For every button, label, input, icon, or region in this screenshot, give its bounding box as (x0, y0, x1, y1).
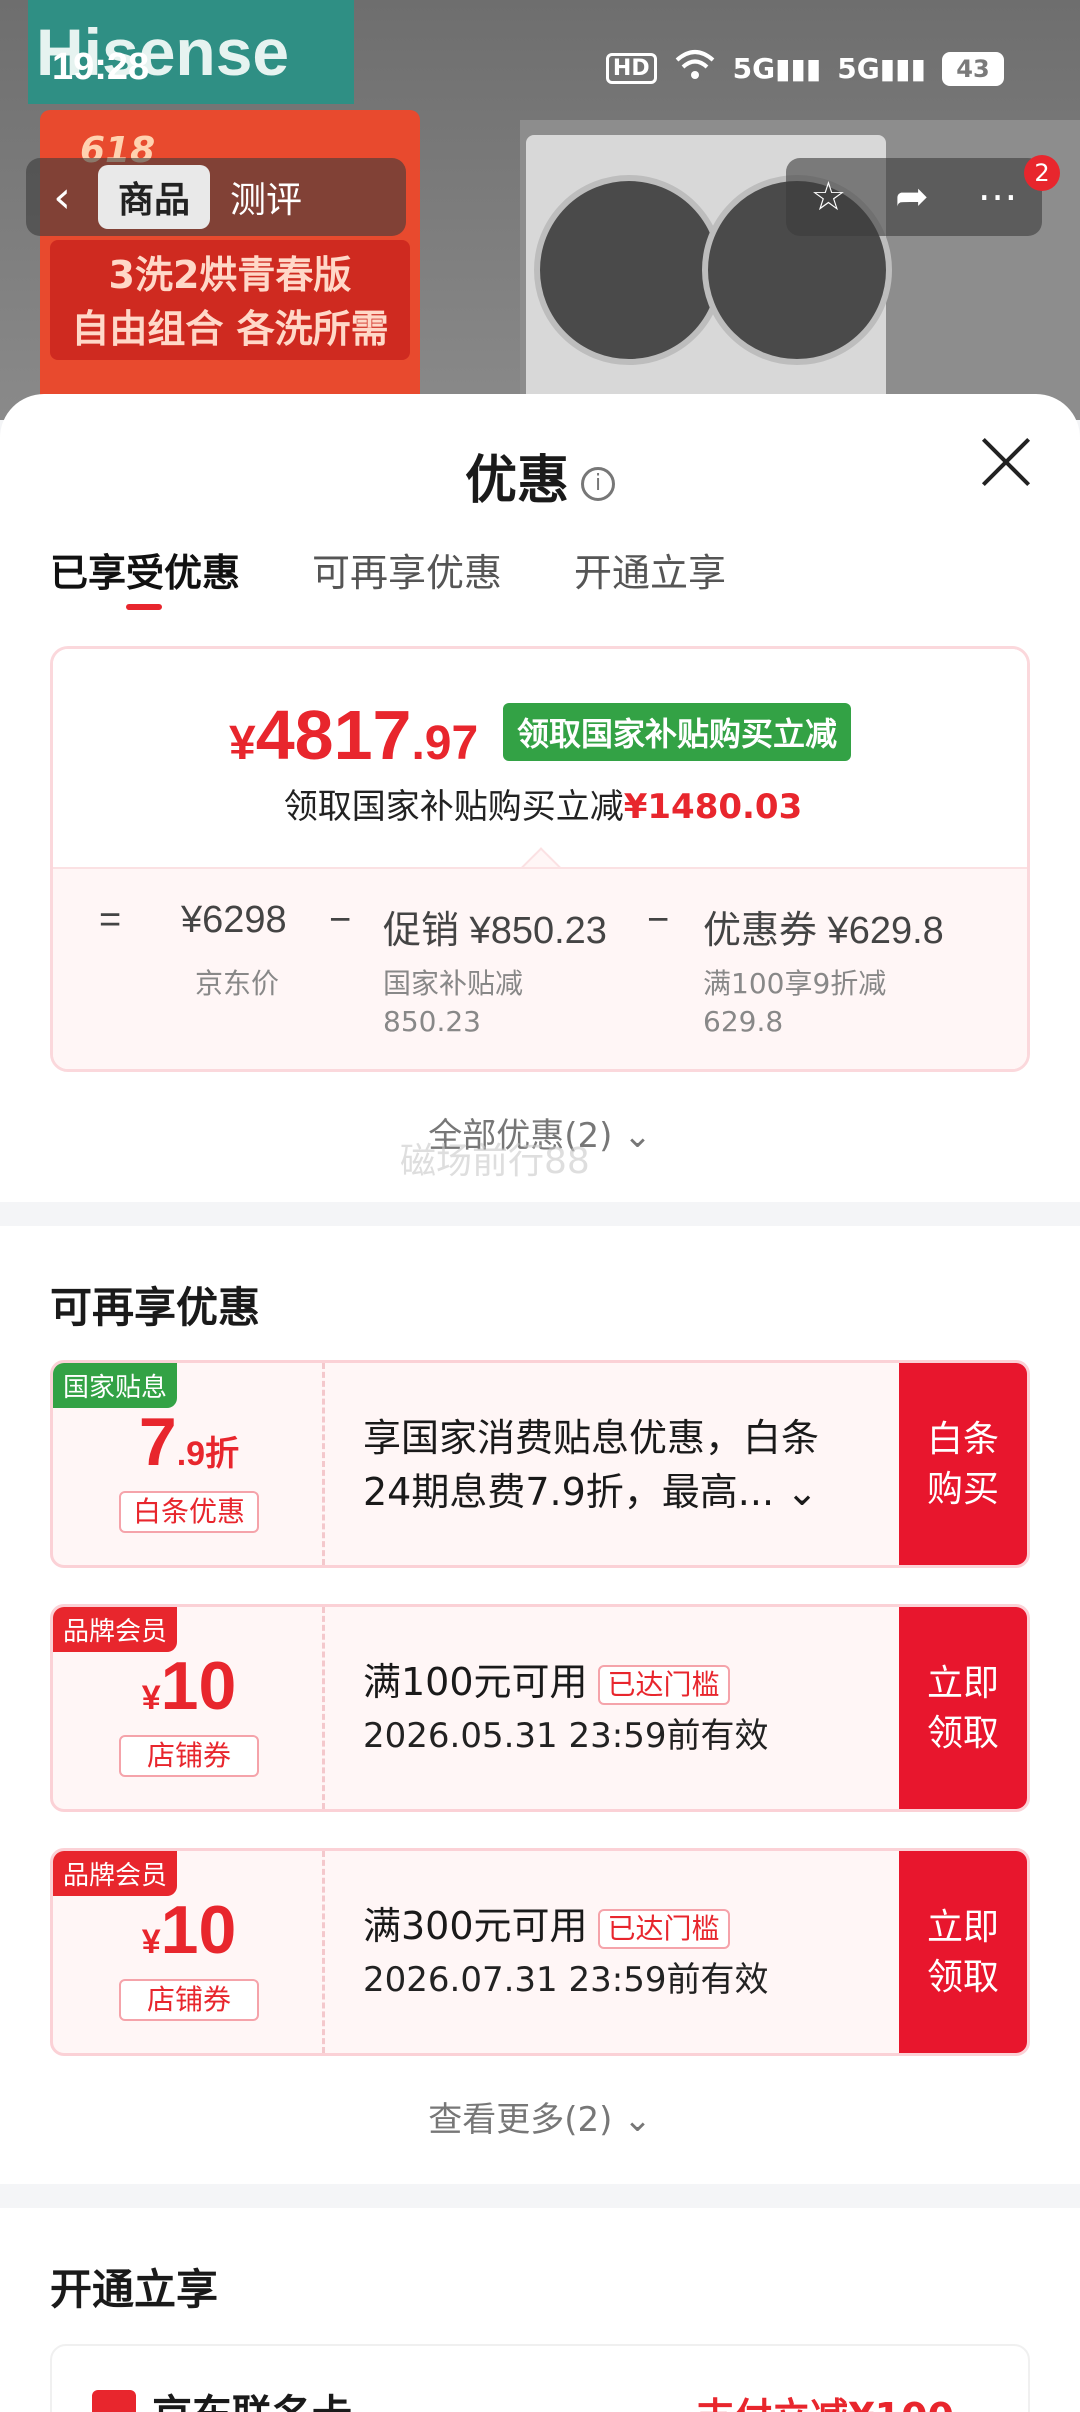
section-divider (0, 1202, 1080, 1226)
coupon-amount: 优惠券 ¥629.8 (703, 910, 944, 952)
tab-open-enjoy[interactable]: 开通立享 (574, 542, 726, 597)
coupon-corner-label: 品牌会员 (53, 1607, 178, 1652)
coupon-label: 满100享9折减 629.8 (703, 967, 887, 1038)
chevron-down-icon: ⌄ (623, 1116, 652, 1156)
signal-icon-1: 5G▮▮▮ (732, 52, 822, 85)
subsidy-subtitle: 领取国家补贴购买立减¥1480.03 (283, 787, 803, 827)
back-icon[interactable]: ‹ (26, 172, 98, 223)
coupon-amount: ¥10 (141, 1648, 237, 1724)
card-promo: 支付立减¥100 (696, 2386, 954, 2412)
sheet-tabs: 已享受优惠 可再享优惠 开通立享 (50, 542, 726, 610)
coupon-corner-label: 品牌会员 (53, 1851, 178, 1896)
card-icon (92, 2390, 136, 2412)
watermark: 磁场前行88 (400, 1141, 590, 1182)
discount-sheet: 优惠 i 已享受优惠 可再享优惠 开通立享 ¥4817.97 领取国家补贴购买立减… (0, 394, 1080, 2412)
coupon-description: 享国家消费贴息优惠，白条 24期息费7.9折，最高... ⌄ (363, 1416, 820, 1514)
close-icon[interactable] (978, 434, 1032, 488)
tab-more-offers[interactable]: 可再享优惠 (312, 542, 502, 597)
more-icon[interactable]: ⋯ (978, 174, 1018, 220)
minus-sign-2: − (647, 899, 670, 941)
baitiao-buy-button[interactable]: 白条 购买 (899, 1363, 1027, 1565)
sheet-title: 优惠 i (0, 438, 1080, 513)
product-nav: ‹ 商品 测评 (26, 158, 406, 236)
view-more-toggle[interactable]: 查看更多(2) ⌄ (0, 2092, 1080, 2141)
section-title-open: 开通立享 (50, 2265, 219, 2314)
card-name: 京东联名卡 (152, 2382, 352, 2412)
subsidy-tag: 领取国家补贴购买立减 (503, 703, 852, 761)
price-summary-card: ¥4817.97 领取国家补贴购买立减 领取国家补贴购买立减¥1480.03 =… (50, 646, 1030, 1072)
coupon-type-tag: 店铺券 (119, 1735, 259, 1777)
tab-enjoyed[interactable]: 已享受优惠 (50, 542, 240, 610)
jd-price: ¥6298 (181, 899, 287, 941)
minus-sign-1: − (329, 899, 352, 941)
status-icons: HD 5G▮▮▮ 5G▮▮▮ 43 (605, 48, 1004, 89)
section-divider (0, 2184, 1080, 2208)
chevron-down-icon[interactable]: ⌄ (774, 1470, 818, 1514)
washer-drum-left (534, 175, 724, 365)
price-breakdown: = ¥6298 − 促销 ¥850.23 − 优惠券 ¥629.8 京东价 国家… (53, 867, 1027, 1069)
coupon-card-store-300: 品牌会员 ¥10 店铺券 满300元可用 已达门槛 2026.07.31 23:5… (50, 1848, 1030, 2056)
equals-sign: = (99, 899, 122, 941)
star-icon[interactable]: ☆ (810, 174, 846, 220)
promo-amount: 促销 ¥850.23 (383, 910, 607, 952)
coupon-corner-label: 国家贴息 (53, 1363, 178, 1408)
hd-voice-icon: HD (605, 53, 657, 84)
coupon-description: 满300元可用 已达门槛 2026.07.31 23:59前有效 (363, 1904, 769, 2000)
battery-icon: 43 (942, 51, 1004, 86)
section-title-available: 可再享优惠 (50, 1283, 261, 1332)
coupon-type-tag: 白条优惠 (119, 1491, 259, 1533)
final-price: ¥4817.97 (229, 696, 479, 774)
coupon-type-tag: 店铺券 (119, 1979, 259, 2021)
promo-banner-text: 3洗2烘青春版 自由组合 各洗所需 (50, 240, 410, 360)
coupon-discount: 7.9折 (138, 1404, 240, 1480)
coupon-card-store-100: 品牌会员 ¥10 店铺券 满100元可用 已达门槛 2026.05.31 23:5… (50, 1604, 1030, 1812)
product-actions: ☆ ➦ ⋯ (786, 158, 1042, 236)
notification-badge: 2 (1024, 155, 1060, 191)
claim-coupon-button[interactable]: 立即 领取 (899, 1607, 1027, 1809)
promo-label: 国家补贴减 850.23 (383, 967, 524, 1038)
threshold-badge: 已达门槛 (597, 1664, 730, 1705)
tab-review[interactable]: 测评 (210, 165, 322, 229)
status-bar: 19:28 HD 5G▮▮▮ 5G▮▮▮ 43 (0, 0, 1080, 140)
jd-price-label: 京东价 (195, 967, 280, 1000)
info-icon[interactable]: i (581, 467, 615, 501)
claim-coupon-button[interactable]: 立即 领取 (899, 1851, 1027, 2053)
signal-icon-2: 5G▮▮▮ (837, 52, 926, 85)
chevron-down-icon: ⌄ (623, 2100, 652, 2140)
coupon-amount: ¥10 (141, 1892, 237, 1968)
coupon-card-interest: 国家贴息 7.9折 白条优惠 享国家消费贴息优惠，白条 24期息费7.9折，最高… (50, 1360, 1030, 1568)
tab-product[interactable]: 商品 (98, 165, 211, 229)
jd-co-brand-card[interactable]: 京东联名卡 支付立减¥100 (50, 2344, 1030, 2412)
share-icon[interactable]: ➦ (895, 174, 929, 220)
coupon-description: 满100元可用 已达门槛 2026.05.31 23:59前有效 (363, 1660, 769, 1756)
wifi-icon (673, 48, 717, 89)
status-time: 19:28 (52, 46, 150, 88)
threshold-badge: 已达门槛 (597, 1908, 730, 1949)
